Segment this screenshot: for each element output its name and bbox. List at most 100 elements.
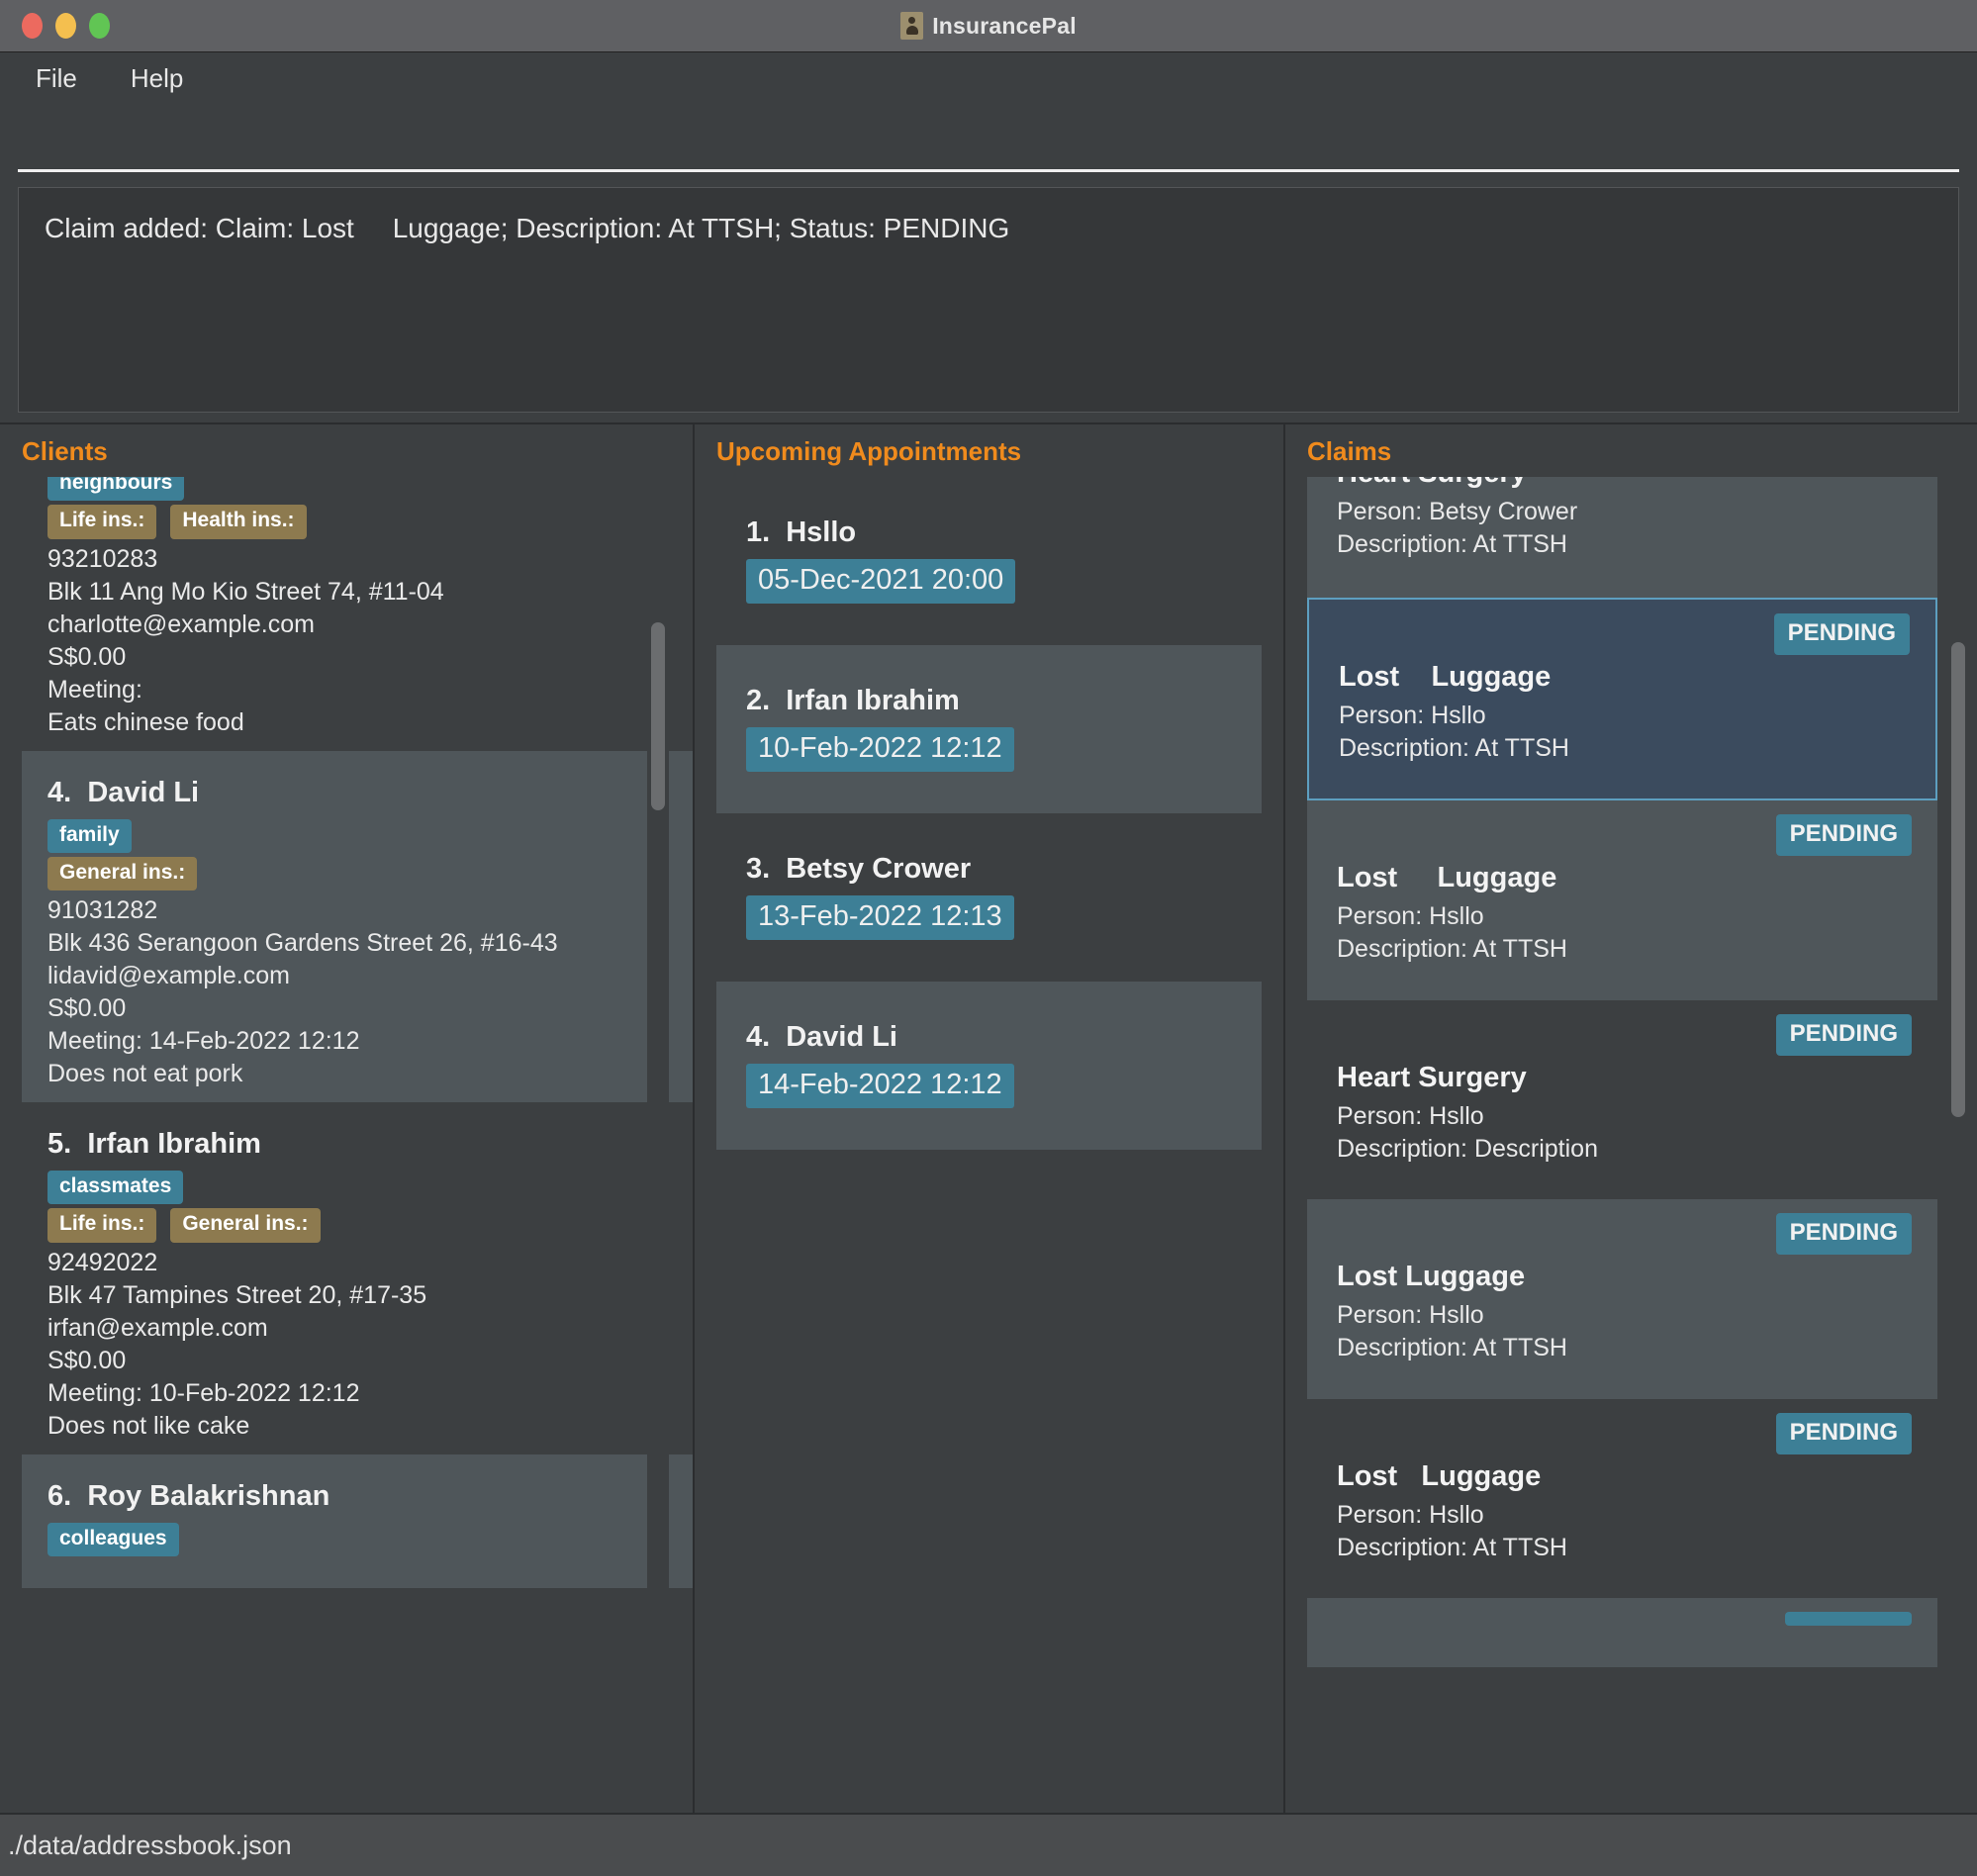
claim-card[interactable]: PENDING Heart Surgery Person: Hsllo Desc…: [1307, 1000, 1937, 1200]
appointment-datetime: 05-Dec-2021 20:00: [746, 559, 1015, 604]
appointment-name: 1.Hsllo: [746, 516, 1262, 549]
client-tag-chip[interactable]: classmates: [47, 1171, 183, 1204]
claim-description: Description: Description: [1337, 1133, 1912, 1166]
command-input[interactable]: [18, 112, 1959, 172]
claim-card[interactable]: PENDING Lost Luggage Person: Hsllo Descr…: [1307, 1399, 1937, 1599]
claim-person: Person: Hsllo: [1337, 1499, 1912, 1532]
client-tag-chip[interactable]: colleagues: [47, 1523, 179, 1556]
client-card[interactable]: 6. Roy Balakrishnan colleagues: [22, 1454, 693, 1588]
status-bar: ./data/addressbook.json: [0, 1813, 1977, 1876]
client-tag-chip[interactable]: family: [47, 819, 132, 853]
client-note: Does not eat pork: [47, 1058, 693, 1090]
client-plan-chip[interactable]: Life ins.:: [47, 505, 156, 538]
claim-status-row: PENDING: [1339, 613, 1910, 655]
status-badge: PENDING: [1774, 613, 1910, 655]
menu-item-help[interactable]: Help: [121, 59, 193, 98]
client-tag-row: family: [47, 819, 693, 853]
claim-title: Lost Luggage: [1337, 1261, 1912, 1293]
client-email: irfan@example.com: [47, 1312, 693, 1345]
client-name: 4. David Li: [47, 777, 693, 809]
claims-scrollbar[interactable]: [1947, 464, 1969, 1805]
status-badge: PENDING: [1776, 814, 1912, 856]
appointment-name-text: David Li: [786, 1021, 897, 1053]
claim-card[interactable]: [1307, 1598, 1937, 1667]
clients-list: neighbours Life ins.: Health ins.: 93210…: [22, 477, 693, 1588]
appointments-list: 1.Hsllo 05-Dec-2021 20:00 2.Irfan Ibrahi…: [716, 477, 1262, 1150]
client-meeting: Meeting: 10-Feb-2022 12:12: [47, 1377, 693, 1410]
claim-title: Lost Luggage: [1339, 661, 1910, 694]
appointment-datetime: 10-Feb-2022 12:12: [746, 727, 1014, 772]
maximize-button-icon[interactable]: [89, 13, 110, 39]
claims-scrollbar-thumb[interactable]: [1951, 642, 1965, 1117]
claim-status-row: PENDING: [1337, 1014, 1912, 1056]
client-tag-row: classmates: [47, 1171, 693, 1204]
client-address: Blk 436 Serangoon Gardens Street 26, #16…: [47, 927, 693, 960]
appointments-list-scroll[interactable]: 1.Hsllo 05-Dec-2021 20:00 2.Irfan Ibrahi…: [716, 477, 1262, 1813]
menu-bar: File Help: [0, 52, 1977, 104]
client-plan-chip[interactable]: Life ins.:: [47, 1208, 156, 1242]
result-display-wrapper: Claim added: Claim: Lost Luggage; Descri…: [0, 181, 1977, 422]
appointment-name: 4.David Li: [746, 1021, 1262, 1054]
appointment-card[interactable]: 3.Betsy Crower 13-Feb-2022 12:13: [716, 813, 1262, 982]
close-button-icon[interactable]: [22, 13, 43, 39]
appointment-card[interactable]: 4.David Li 14-Feb-2022 12:12: [716, 982, 1262, 1150]
claim-card[interactable]: Heart Surgery Person: Betsy Crower Descr…: [1307, 477, 1937, 598]
claim-card[interactable]: PENDING Lost Luggage Person: Hsllo Descr…: [1307, 598, 1937, 801]
client-amount: S$0.00: [47, 1345, 693, 1377]
claim-title: Lost Luggage: [1337, 1460, 1912, 1493]
appointment-datetime: 14-Feb-2022 12:12: [746, 1064, 1014, 1108]
claim-description: Description: At TTSH: [1337, 1332, 1912, 1364]
clients-scrollbar-thumb[interactable]: [651, 622, 665, 810]
appointment-index: 3.: [746, 853, 770, 885]
status-badge: PENDING: [1776, 1413, 1912, 1454]
client-amount: S$0.00: [47, 641, 693, 674]
claim-title: Lost Luggage: [1337, 862, 1912, 894]
client-plan-chip[interactable]: General ins.:: [170, 1208, 320, 1242]
claim-card[interactable]: PENDING Lost Luggage Person: Hsllo Descr…: [1307, 800, 1937, 1000]
claim-description: Description: At TTSH: [1337, 933, 1912, 966]
status-badge: PENDING: [1776, 1014, 1912, 1056]
claim-person: Person: Hsllo: [1339, 700, 1910, 732]
client-plan-chip[interactable]: General ins.:: [47, 857, 197, 891]
client-name: 5. Irfan Ibrahim: [47, 1128, 693, 1161]
minimize-button-icon[interactable]: [55, 13, 76, 39]
client-plan-row: Life ins.: Health ins.:: [47, 505, 693, 538]
client-note: Eats chinese food: [47, 706, 693, 739]
window-controls[interactable]: [22, 13, 110, 39]
claim-description: Description: At TTSH: [1337, 528, 1912, 561]
command-area: [0, 104, 1977, 181]
client-card[interactable]: 5. Irfan Ibrahim classmates Life ins.: G…: [22, 1102, 693, 1454]
client-index: 4.: [47, 777, 71, 808]
client-name-text: David Li: [87, 777, 199, 808]
clients-scrollbar[interactable]: [647, 464, 669, 1805]
client-name-text: Irfan Ibrahim: [87, 1128, 261, 1160]
claim-description: Description: At TTSH: [1339, 732, 1910, 765]
client-email: lidavid@example.com: [47, 960, 693, 992]
clients-list-scroll[interactable]: neighbours Life ins.: Health ins.: 93210…: [22, 477, 693, 1813]
panels-row: Clients neighbours Life ins.: Health ins…: [0, 422, 1977, 1813]
appointment-card[interactable]: 2.Irfan Ibrahim 10-Feb-2022 12:12: [716, 645, 1262, 813]
client-tag-row: colleagues: [47, 1523, 693, 1556]
client-address: Blk 47 Tampines Street 20, #17-35: [47, 1279, 693, 1312]
clients-panel: Clients neighbours Life ins.: Health ins…: [0, 424, 695, 1813]
claim-card[interactable]: PENDING Lost Luggage Person: Hsllo Descr…: [1307, 1199, 1937, 1399]
client-name: 6. Roy Balakrishnan: [47, 1480, 693, 1513]
claim-status-row: [1337, 1612, 1912, 1626]
app-window: InsurancePal File Help Claim added: Clai…: [0, 0, 1977, 1876]
status-badge: [1785, 1612, 1912, 1626]
claim-title: Heart Surgery: [1337, 477, 1912, 490]
client-card[interactable]: 4. David Li family General ins.: 9103128…: [22, 751, 693, 1103]
claim-title: Heart Surgery: [1337, 1062, 1912, 1094]
client-address: Blk 11 Ang Mo Kio Street 74, #11-04: [47, 576, 693, 609]
client-plan-chip[interactable]: Health ins.:: [170, 505, 306, 538]
client-card[interactable]: neighbours Life ins.: Health ins.: 93210…: [22, 477, 693, 751]
claim-person: Person: Hsllo: [1337, 1100, 1912, 1133]
claim-person: Person: Hsllo: [1337, 1299, 1912, 1332]
appointment-card[interactable]: 1.Hsllo 05-Dec-2021 20:00: [716, 477, 1262, 645]
client-plan-row: Life ins.: General ins.:: [47, 1208, 693, 1242]
claim-status-row: PENDING: [1337, 1413, 1912, 1454]
client-tag-chip[interactable]: neighbours: [47, 477, 184, 501]
clients-panel-title: Clients: [0, 424, 693, 477]
claims-list-scroll[interactable]: Heart Surgery Person: Betsy Crower Descr…: [1307, 477, 1937, 1813]
menu-item-file[interactable]: File: [26, 59, 87, 98]
